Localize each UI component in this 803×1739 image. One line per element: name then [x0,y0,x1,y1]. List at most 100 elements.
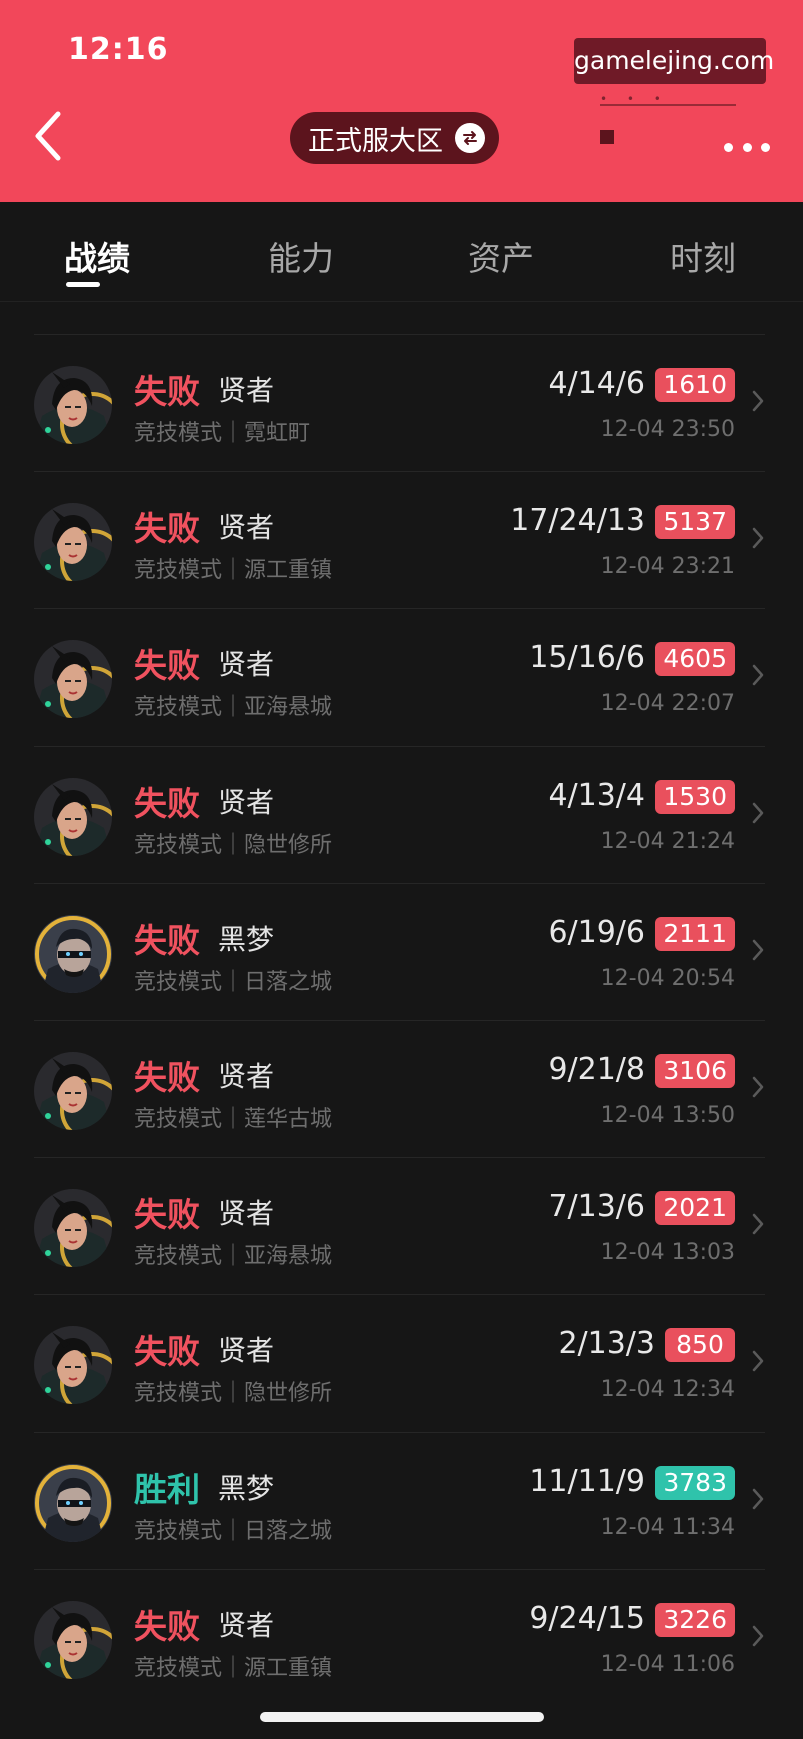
mode-map: 竞技模式｜隐世修所 [134,1381,333,1407]
match-row[interactable]: 失败 贤者 竞技模式｜隐世修所 2/13/3 850 12-04 12:34 [34,1294,765,1431]
tab-record[interactable]: 战绩 [64,232,130,280]
match-result: 失败 [134,1332,200,1372]
server-label: 正式服大区 [308,125,443,157]
sage-avatar-icon [34,366,112,444]
omen-avatar-icon [34,914,112,993]
sage-avatar-icon [34,1326,112,1405]
sage-avatar-icon [34,777,112,856]
kda: 15/16/6 [529,640,645,676]
status-time: 12:16 [68,32,169,67]
score-badge: 3783 [655,1465,735,1500]
match-row[interactable]: 失败 贤者 竞技模式｜源工重镇 9/24/15 3226 12-04 11:06 [34,1568,765,1706]
sage-avatar-icon [34,640,112,719]
match-result: 失败 [134,1057,200,1097]
match-row[interactable]: 失败 贤者 竞技模式｜亚海悬城 15/16/6 4605 12-04 22:07 [34,608,765,745]
sage-avatar-icon [34,1051,112,1130]
match-result: 失败 [134,783,200,823]
match-row[interactable]: 失败 贤者 竞技模式｜莲华古城 9/21/8 3106 12-04 13:50 [34,1019,765,1157]
chevron-right-icon [751,938,765,962]
match-result: 胜利 [134,1469,200,1509]
sage-avatar-icon [34,1600,112,1679]
tab-active-indicator [66,282,100,287]
score-badge: 2111 [655,916,735,951]
match-result: 失败 [134,509,200,549]
chevron-right-icon [751,801,765,825]
kda: 7/13/6 [548,1189,645,1225]
match-time: 12-04 21:24 [600,828,735,854]
hero-name: 贤者 [218,374,275,407]
match-result: 失败 [134,646,200,686]
chevron-right-icon [751,389,765,413]
match-row[interactable]: 失败 贤者 竞技模式｜源工重镇 17/24/13 5137 12-04 23:2… [34,471,765,608]
hero-name: 贤者 [218,1197,275,1231]
hero-name: 贤者 [218,511,275,545]
match-row[interactable]: 失败 贤者 竞技模式｜亚海悬城 7/13/6 2021 12-04 13:03 [34,1157,765,1294]
chevron-right-icon [751,1075,765,1099]
match-row[interactable]: 失败 贤者 竞技模式｜隐世修所 4/13/4 1530 12-04 21:24 [34,745,765,883]
hero-name: 黑梦 [218,922,275,956]
match-time: 12-04 20:54 [600,965,735,991]
chevron-left-icon [35,111,61,161]
tab-bar: 战绩 能力 资产 时刻 [0,202,803,302]
mode-map: 竞技模式｜源工重镇 [134,558,333,584]
tab-ability[interactable]: 能力 [268,232,334,280]
kda: 2/13/3 [558,1326,655,1362]
tab-assets[interactable]: 资产 [468,232,534,280]
hero-name: 黑梦 [218,1471,275,1505]
mode-map: 竞技模式｜日落之城 [134,1518,333,1544]
score-badge: 5137 [655,505,735,540]
kda: 9/24/15 [529,1600,645,1636]
match-result: 失败 [134,1606,200,1646]
mode-map: 竞技模式｜源工重镇 [134,1655,333,1681]
match-row[interactable]: 胜利 黑梦 竞技模式｜日落之城 11/11/9 3783 12-04 11:34 [34,1431,765,1569]
server-selector[interactable]: 正式服大区 [290,112,499,164]
mode-map: 竞技模式｜隐世修所 [134,832,333,858]
match-time: 12-04 23:50 [600,417,735,442]
chevron-right-icon [751,526,765,550]
mode-map: 竞技模式｜亚海悬城 [134,695,333,721]
kda: 17/24/13 [510,503,645,539]
match-result: 失败 [134,1195,200,1235]
chevron-right-icon [751,1212,765,1236]
score-badge: 1530 [655,779,735,814]
home-indicator[interactable] [260,1712,544,1722]
kda: 4/14/6 [548,366,645,401]
top-header: 12:16 gamelejing.com 正式服大区 • • • [0,0,803,202]
kda: 6/19/6 [548,914,645,950]
score-badge: 2021 [655,1191,735,1226]
chevron-right-icon [751,1349,765,1373]
score-badge: 1610 [655,368,735,402]
match-time: 12-04 13:03 [600,1240,735,1266]
match-row[interactable]: 失败 黑梦 竞技模式｜日落之城 6/19/6 2111 12-04 20:54 [34,882,765,1020]
decoration-square [600,130,614,144]
match-result: 失败 [134,920,200,960]
hero-name: 贤者 [218,1059,275,1093]
match-time: 12-04 23:21 [600,554,735,580]
kda: 9/21/8 [548,1051,645,1087]
match-time: 12-04 11:06 [600,1651,735,1677]
watermark: gamelejing.com [574,38,774,84]
more-dot-icon [724,142,733,152]
hero-name: 贤者 [218,648,275,682]
match-row[interactable]: 失败 贤者 竞技模式｜霓虹町 4/14/6 1610 12-04 23:50 [34,334,765,471]
back-button[interactable] [28,108,72,164]
decoration-line [600,104,736,106]
mode-map: 竞技模式｜日落之城 [134,969,333,995]
more-dot-icon [761,142,770,152]
match-list: 失败 贤者 竞技模式｜霓虹町 4/14/6 1610 12-04 23:50 失… [0,334,803,1706]
chevron-right-icon [751,1624,765,1648]
sage-avatar-icon [34,503,112,582]
kda: 4/13/4 [548,777,645,813]
match-time: 12-04 12:34 [600,1377,735,1403]
score-badge: 850 [665,1328,735,1363]
chevron-right-icon [751,663,765,687]
hero-name: 贤者 [218,1608,275,1642]
match-result: 失败 [134,372,200,411]
score-badge: 3106 [655,1053,735,1088]
score-badge: 4605 [655,642,735,677]
more-button[interactable] [724,132,770,162]
more-dot-icon [742,142,752,152]
match-time: 12-04 13:50 [600,1102,735,1128]
tab-moments[interactable]: 时刻 [670,232,736,280]
score-badge: 3226 [655,1602,735,1637]
